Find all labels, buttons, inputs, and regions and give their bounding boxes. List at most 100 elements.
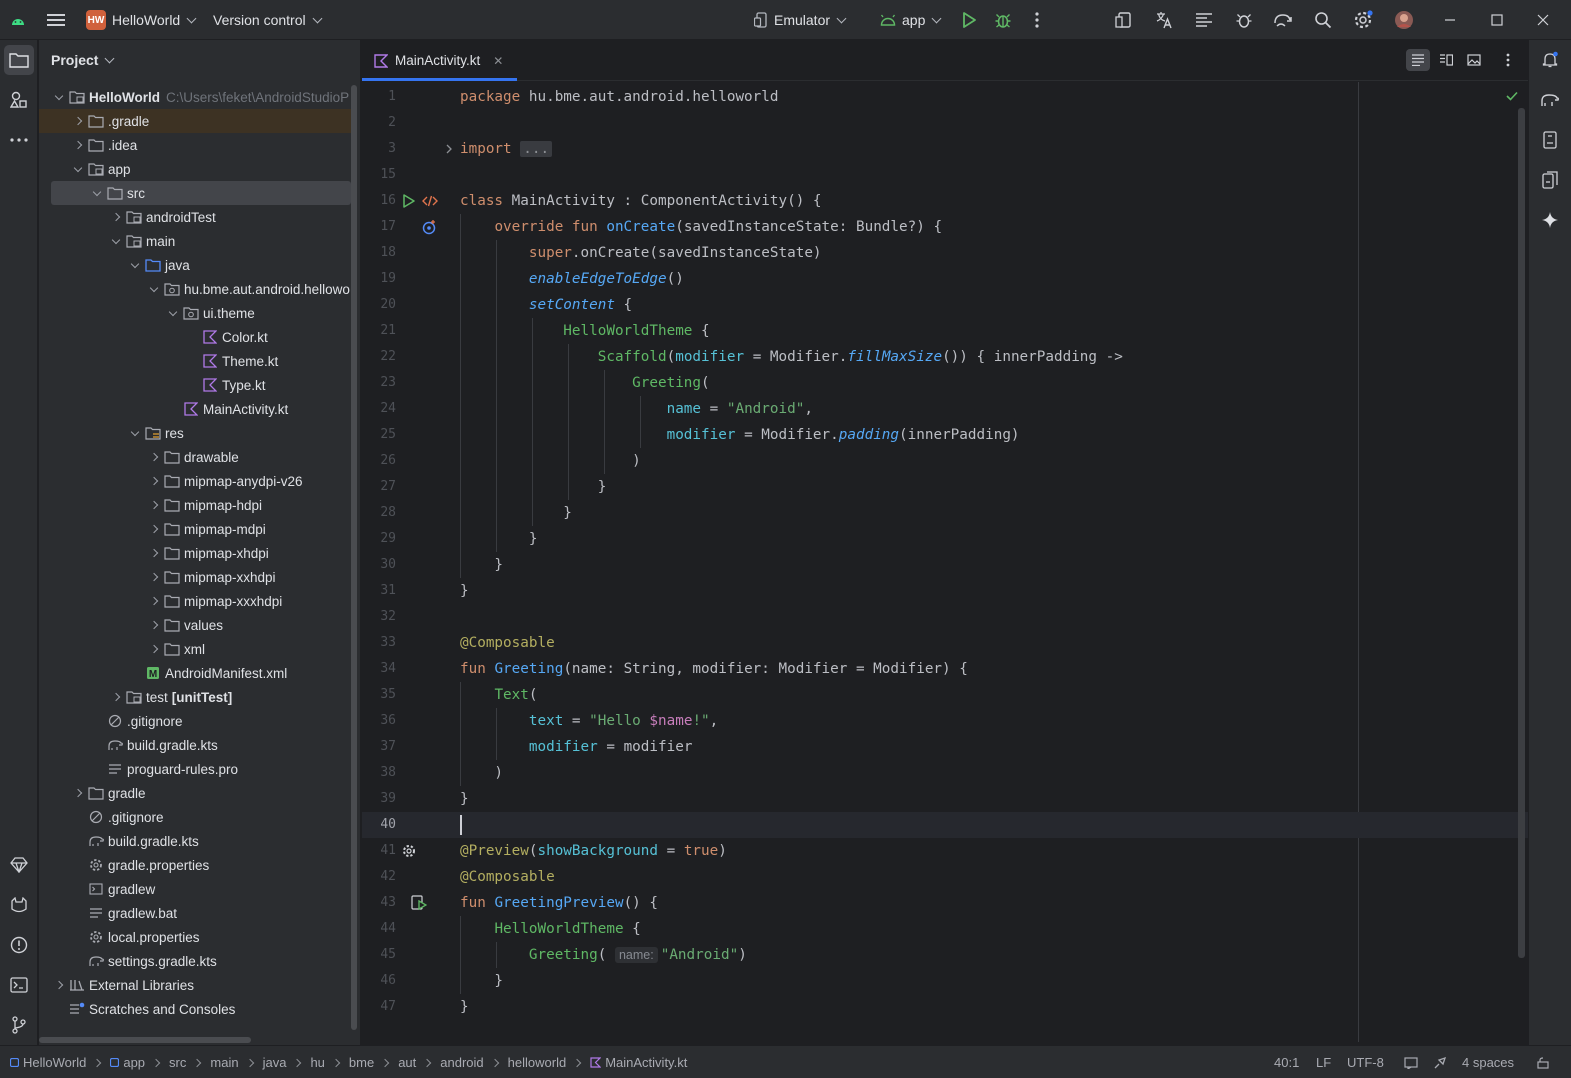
indent-setting[interactable]: 4 spaces <box>1462 1046 1514 1078</box>
code-line[interactable]: 2 <box>362 110 1528 136</box>
code-line[interactable]: 27 } <box>362 474 1528 500</box>
main-menu-button[interactable] <box>44 8 68 32</box>
breadcrumb-item[interactable]: MainActivity.kt <box>590 1055 687 1070</box>
close-tab-icon[interactable]: ✕ <box>493 54 503 68</box>
code-line[interactable]: 30 } <box>362 552 1528 578</box>
breadcrumb-item[interactable]: aut <box>398 1055 416 1070</box>
design-view-button[interactable] <box>1462 49 1486 71</box>
tree-item[interactable]: .gitignore <box>39 805 351 829</box>
code-line[interactable]: 25 modifier = Modifier.padding(innerPadd… <box>362 422 1528 448</box>
tree-item[interactable]: settings.gradle.kts <box>39 949 351 973</box>
breadcrumb-item[interactable]: java <box>263 1055 287 1070</box>
code-line[interactable]: 1 package hu.bme.aut.android.helloworld <box>362 84 1528 110</box>
gradle-tool-button[interactable] <box>1535 85 1565 115</box>
split-view-button[interactable] <box>1434 49 1458 71</box>
debug-tools-button[interactable] <box>1232 8 1256 32</box>
chevron-right-icon[interactable] <box>108 209 124 225</box>
search-button[interactable] <box>1311 8 1335 32</box>
code-line[interactable]: 34 fun Greeting(name: String, modifier: M… <box>362 656 1528 682</box>
notifications-button[interactable] <box>1535 45 1565 75</box>
tree-item[interactable]: values <box>39 613 351 637</box>
tree-item[interactable]: app <box>39 157 351 181</box>
structure-button[interactable] <box>1192 8 1216 32</box>
device-manager-button[interactable] <box>1112 8 1136 32</box>
tree-item[interactable]: MainActivity.kt <box>39 397 351 421</box>
resource-manager-button[interactable] <box>4 85 34 115</box>
run-gutter-icon[interactable] <box>400 192 418 210</box>
window-maximize-button[interactable] <box>1485 8 1509 32</box>
code-view-button[interactable] <box>1406 49 1430 71</box>
chevron-right-icon[interactable] <box>146 497 162 513</box>
window-close-button[interactable] <box>1531 8 1555 32</box>
code-line[interactable]: 26 ) <box>362 448 1528 474</box>
chevron-down-icon[interactable] <box>51 89 67 105</box>
chevron-right-icon[interactable] <box>108 689 124 705</box>
chevron-right-icon[interactable] <box>146 569 162 585</box>
device-file-explorer-button[interactable] <box>1535 125 1565 155</box>
tree-item[interactable]: java <box>39 253 351 277</box>
project-view-selector[interactable]: Project <box>51 50 117 70</box>
chevron-down-icon[interactable] <box>146 281 162 297</box>
tree-item[interactable]: main <box>39 229 351 253</box>
tree-item[interactable]: xml <box>39 637 351 661</box>
tree-item[interactable]: gradle.properties <box>39 853 351 877</box>
running-devices-button[interactable] <box>1535 165 1565 195</box>
build-variants-button[interactable] <box>4 850 34 880</box>
tree-item[interactable]: drawable <box>39 445 351 469</box>
code-line[interactable]: 38 ) <box>362 760 1528 786</box>
override-gutter-icon[interactable] <box>421 218 439 236</box>
code-tag-icon[interactable] <box>421 192 439 210</box>
code-line[interactable]: 24 name = "Android", <box>362 396 1528 422</box>
code-line[interactable]: 17 override fun onCreate(savedInstanceSt… <box>362 214 1528 240</box>
chevron-right-icon[interactable] <box>70 137 86 153</box>
project-vertical-scrollbar[interactable] <box>351 85 357 1030</box>
breadcrumb-item[interactable]: src <box>169 1055 186 1070</box>
tree-item[interactable]: hu.bme.aut.android.hellowo <box>39 277 351 301</box>
editor-vertical-scrollbar[interactable] <box>1518 108 1525 958</box>
window-minimize-button[interactable] <box>1438 8 1462 32</box>
tree-item[interactable]: mipmap-anydpi-v26 <box>39 469 351 493</box>
tree-item[interactable]: HelloWorld C:\Users\feket\AndroidStudioP <box>39 85 351 109</box>
chevron-down-icon[interactable] <box>108 233 124 249</box>
tree-item[interactable]: test [unitTest] <box>39 685 351 709</box>
chevron-down-icon[interactable] <box>165 305 181 321</box>
tree-item[interactable]: local.properties <box>39 925 351 949</box>
caret-position[interactable]: 40:1 <box>1274 1046 1299 1078</box>
tree-item[interactable]: gradlew <box>39 877 351 901</box>
tree-item[interactable]: src <box>51 181 351 205</box>
code-line[interactable]: 32 <box>362 604 1528 630</box>
code-line[interactable]: 43 fun GreetingPreview() { <box>362 890 1528 916</box>
code-line[interactable]: 39} <box>362 786 1528 812</box>
tree-item[interactable]: mipmap-hdpi <box>39 493 351 517</box>
code-line[interactable]: 44 HelloWorldTheme { <box>362 916 1528 942</box>
settings-button[interactable] <box>1351 8 1375 32</box>
code-line[interactable]: 18 super.onCreate(savedInstanceState) <box>362 240 1528 266</box>
file-encoding[interactable]: UTF-8 <box>1347 1046 1384 1078</box>
code-line[interactable]: 33 @Composable <box>362 630 1528 656</box>
code-line[interactable]: 20 setContent { <box>362 292 1528 318</box>
tree-item[interactable]: External Libraries <box>39 973 351 997</box>
breadcrumb-item[interactable]: hu <box>310 1055 324 1070</box>
sync-gradle-button[interactable] <box>1271 8 1295 32</box>
editor-options-button[interactable] <box>1496 49 1520 71</box>
tree-item[interactable]: Type.kt <box>39 373 351 397</box>
gemini-button[interactable] <box>1535 205 1565 235</box>
code-line[interactable]: 37 modifier = modifier <box>362 734 1528 760</box>
inspections-icon[interactable] <box>1433 1046 1447 1078</box>
chevron-down-icon[interactable] <box>70 161 86 177</box>
lock-icon[interactable] <box>1537 1046 1549 1078</box>
more-tools-button[interactable] <box>4 125 34 155</box>
project-tool-button[interactable] <box>4 45 34 75</box>
code-line[interactable]: 19 enableEdgeToEdge() <box>362 266 1528 292</box>
breadcrumb-item[interactable]: app <box>110 1055 145 1070</box>
chevron-down-icon[interactable] <box>127 425 143 441</box>
device-selector[interactable]: Emulator <box>754 0 849 40</box>
chevron-right-icon[interactable] <box>146 545 162 561</box>
tree-item[interactable]: mipmap-xxxhdpi <box>39 589 351 613</box>
run-preview-gutter-icon[interactable] <box>410 894 428 912</box>
code-line[interactable]: 47} <box>362 994 1528 1020</box>
tab-main-activity[interactable]: MainActivity.kt ✕ <box>362 40 517 81</box>
problems-button[interactable] <box>4 930 34 960</box>
code-line[interactable]: 35 Text( <box>362 682 1528 708</box>
code-line[interactable]: 31} <box>362 578 1528 604</box>
